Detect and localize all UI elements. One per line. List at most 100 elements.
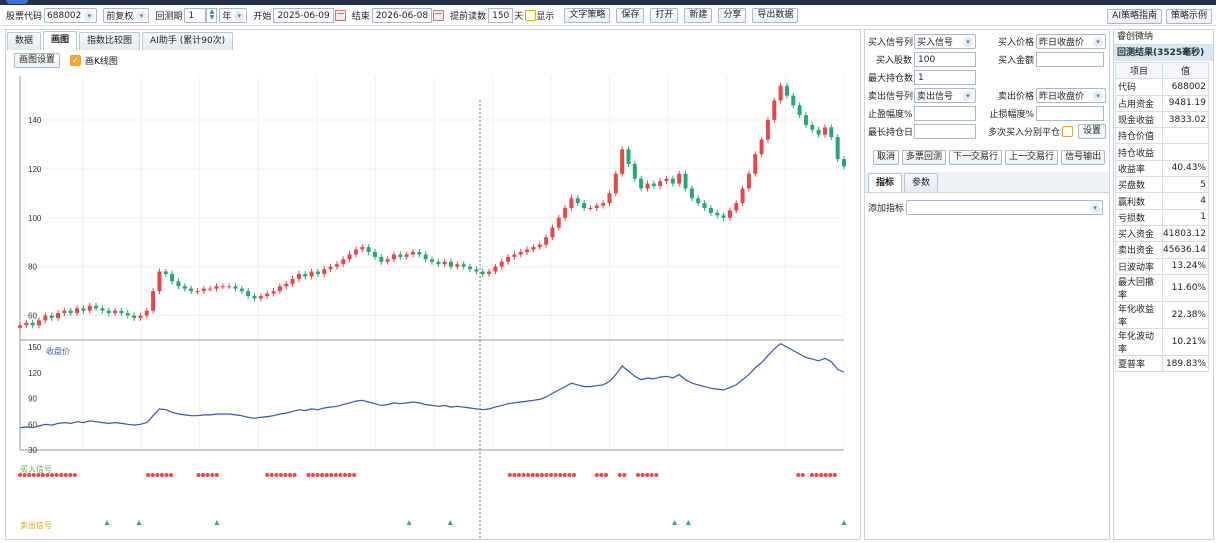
buy-signal-mark: [507, 473, 512, 477]
sell-price-select[interactable]: 昨日收盘价 ▾: [1036, 88, 1106, 103]
candle-body: [468, 266, 473, 270]
candle-body: [410, 252, 415, 255]
end-date-input[interactable]: 2026-06-08: [371, 8, 433, 23]
signal-output-button[interactable]: 信号输出: [1061, 150, 1106, 165]
result-value: 11.60%: [1162, 273, 1209, 302]
stop-loss-input[interactable]: [1036, 106, 1104, 121]
preread-input[interactable]: 150: [488, 8, 514, 23]
tab-data[interactable]: 数据: [7, 32, 42, 50]
buy-signal-mark: [599, 473, 604, 477]
next-row-button[interactable]: 下一交易行: [949, 150, 1003, 165]
candle-body: [227, 286, 232, 288]
candle-body: [822, 127, 827, 135]
preread-unit: 天: [514, 12, 524, 22]
candle-body: [632, 164, 637, 179]
stock-code-select[interactable]: 688002 ▾: [44, 8, 98, 23]
result-value: 22.38%: [1162, 300, 1209, 329]
candle-body: [106, 310, 111, 314]
add-indicator-select[interactable]: ▾: [906, 200, 1104, 215]
candle-body: [322, 269, 327, 274]
sell-signal-select[interactable]: 卖出信号 ▾: [914, 88, 976, 103]
calendar-icon[interactable]: [433, 10, 445, 21]
y-tick-label: 150: [28, 343, 42, 352]
open-button[interactable]: 打开: [650, 8, 679, 23]
candle-body: [518, 252, 523, 255]
buy-shares-input[interactable]: 100: [914, 52, 976, 67]
prev-row-button[interactable]: 上一交易行: [1005, 150, 1059, 165]
candle-body: [391, 254, 396, 260]
candle-body: [163, 271, 168, 274]
candle-body: [75, 308, 80, 314]
candle-body: [24, 322, 29, 326]
multi-stock-backtest-button[interactable]: 多票回测: [902, 150, 947, 165]
buy-amount-label: 买入金额: [997, 56, 1034, 66]
results-header-item: 项目: [1114, 61, 1164, 80]
candle-body: [176, 281, 181, 287]
export-data-button[interactable]: 导出数据: [752, 8, 799, 23]
indicator-tabs: 指标 参数: [865, 172, 1109, 193]
sell-signal-label: 卖出信号: [20, 520, 52, 530]
period-unit-select[interactable]: 年 ▾: [219, 8, 248, 23]
period-input[interactable]: 1: [184, 8, 207, 23]
y-tick-label: 100: [28, 214, 42, 223]
share-button[interactable]: 分享: [718, 8, 747, 23]
buy-signal-mark: [553, 473, 558, 477]
sell-signal-mark: [685, 520, 691, 525]
candle-body: [309, 271, 314, 277]
tab-draw[interactable]: 画图: [43, 31, 78, 50]
table-row: 卖出资金 45636.14: [1114, 241, 1209, 259]
max-positions-input[interactable]: 1: [914, 70, 976, 85]
candle-body: [556, 217, 561, 228]
buy-price-select[interactable]: 昨日收盘价 ▾: [1036, 34, 1106, 49]
draw-settings-button[interactable]: 画图设置: [14, 53, 61, 68]
buy-signal-mark: [636, 473, 640, 477]
candle-body: [30, 322, 35, 326]
kline-checkbox[interactable]: ✓: [70, 55, 82, 66]
adjust-select[interactable]: 前复权 ▾: [103, 8, 150, 23]
action-buttons: 取消 多票回测 下一交易行 上一交易行 信号输出: [873, 150, 1108, 165]
calendar-icon[interactable]: [334, 10, 346, 21]
table-row: 最大回撤率 11.60%: [1114, 273, 1209, 302]
y-tick-label: 140: [28, 116, 42, 125]
candle-body: [772, 100, 777, 120]
strategy-examples-button[interactable]: 策略示例: [1165, 8, 1212, 24]
candle-body: [436, 261, 441, 265]
buy-signal-mark: [150, 473, 155, 477]
buy-signal-label: 买入信号列: [868, 38, 914, 48]
show-checkbox[interactable]: [525, 10, 537, 21]
candle-body: [125, 313, 130, 316]
buy-amount-input[interactable]: [1036, 52, 1104, 67]
ai-strategy-guide-button[interactable]: AI策略指南: [1107, 8, 1162, 24]
buy-signal-mark: [320, 473, 325, 477]
new-button[interactable]: 新建: [684, 8, 713, 23]
buy-signal-mark: [603, 473, 608, 477]
results-panel: 睿创微纳 回测结果(3525毫秒) 项目 值 代码 688002 占用资金 9481.…: [1113, 29, 1214, 540]
period-stepper[interactable]: ▲ ▼: [206, 8, 218, 23]
buy-signal-mark: [796, 473, 801, 477]
tab-params[interactable]: 参数: [904, 173, 939, 192]
multi-buy-checkbox[interactable]: [1062, 126, 1073, 137]
take-profit-input[interactable]: [914, 106, 976, 121]
text-strategy-button[interactable]: 文字策略: [564, 8, 611, 23]
buy-signal-mark: [214, 473, 219, 477]
y-tick-label: 80: [28, 263, 37, 272]
buy-signal-mark: [819, 473, 824, 477]
tab-ai-assistant[interactable]: AI助手 (累计90次): [142, 32, 234, 50]
tab-indicator[interactable]: 指标: [868, 173, 903, 192]
start-date-input[interactable]: 2025-06-09: [273, 8, 334, 23]
end-label: 结束: [351, 12, 370, 22]
buy-signal-mark: [72, 473, 77, 477]
buy-signal-select[interactable]: 买入信号 ▾: [914, 34, 976, 49]
max-hold-input[interactable]: [914, 124, 976, 139]
tab-index-compare[interactable]: 指数比较图: [79, 32, 141, 50]
candle-body: [56, 313, 61, 318]
result-value: 4: [1162, 192, 1209, 210]
save-button[interactable]: 保存: [616, 8, 645, 23]
cancel-button[interactable]: 取消: [873, 150, 900, 165]
sell-signal-mark: [841, 520, 847, 525]
candle-body: [449, 261, 454, 267]
max-hold-label: 最长持仓日: [868, 128, 914, 138]
candle-body: [721, 215, 726, 218]
buy-signal-mark: [649, 473, 654, 477]
set-button[interactable]: 设置: [1078, 124, 1107, 139]
